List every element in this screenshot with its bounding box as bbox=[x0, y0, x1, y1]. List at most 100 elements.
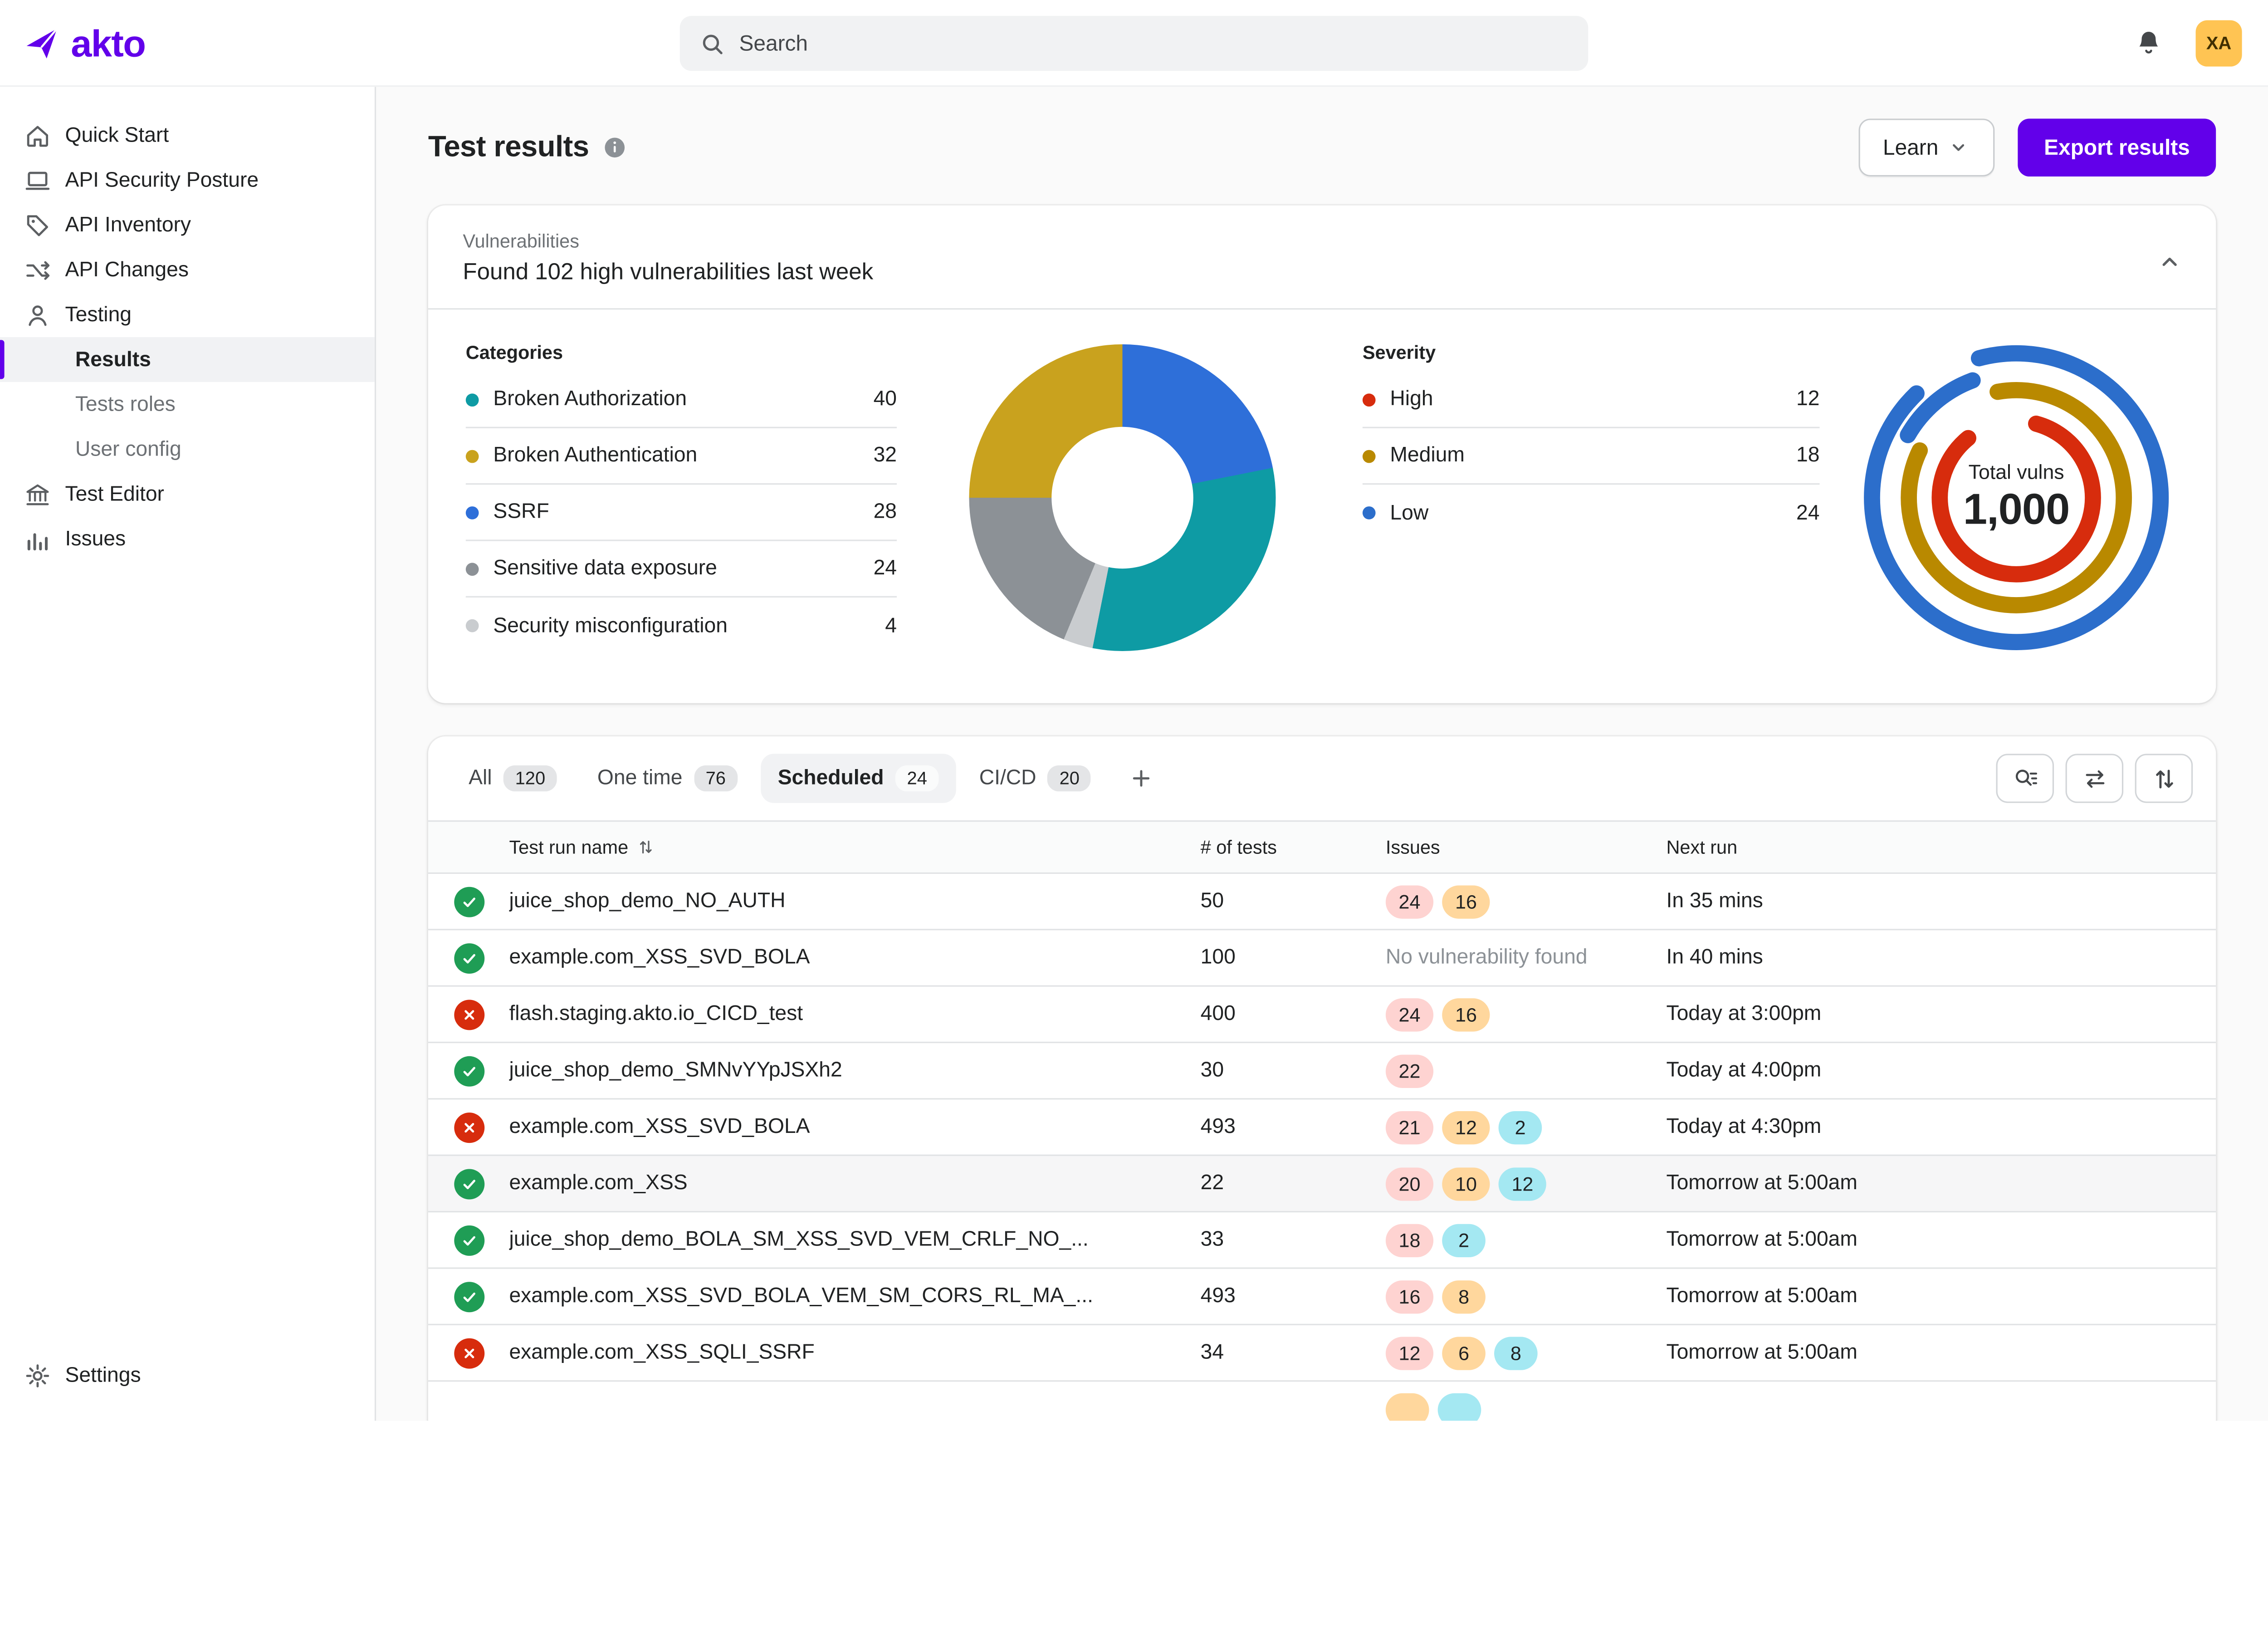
changes-icon bbox=[23, 255, 52, 284]
table-row[interactable]: example.com_XSS22201012Tomorrow at 5:00a… bbox=[428, 1155, 2216, 1211]
tab-count: 76 bbox=[694, 765, 737, 791]
status-success-icon bbox=[454, 942, 484, 973]
tab-label: Scheduled bbox=[778, 767, 884, 790]
test-run-name[interactable]: juice_shop_demo_SMNvYYpJSXh2 bbox=[509, 1059, 1200, 1082]
sidebar-item-quick-start[interactable]: Quick Start bbox=[0, 113, 375, 158]
next-run: Today at 4:30pm bbox=[1666, 1116, 2216, 1139]
sidebar-item-label: API Changes bbox=[65, 258, 188, 281]
table-row[interactable]: example.com_XSS_SVD_BOLA100No vulnerabil… bbox=[428, 929, 2216, 985]
severity-row: Low24 bbox=[1363, 485, 1820, 541]
test-count: 34 bbox=[1201, 1341, 1386, 1364]
issue-badge-warning: 16 bbox=[1442, 885, 1490, 918]
issues-cell: 2416 bbox=[1386, 885, 1667, 918]
issues-cell: 201012 bbox=[1386, 1167, 1667, 1200]
bank-icon bbox=[23, 480, 52, 509]
plus-icon bbox=[1129, 765, 1154, 791]
tab-all[interactable]: All120 bbox=[451, 754, 574, 803]
global-search[interactable] bbox=[680, 16, 1589, 71]
column-test-run-name[interactable]: Test run name bbox=[509, 836, 1200, 858]
tabs-list: All120One time76 Scheduled 24 CI/CD20 bbox=[451, 754, 1109, 803]
tabs-row: All120One time76 Scheduled 24 CI/CD20 bbox=[428, 736, 2216, 820]
issue-badge-critical: 22 bbox=[1386, 1054, 1433, 1087]
sidebar-item-label: Issues bbox=[65, 527, 126, 550]
add-tab-button[interactable] bbox=[1117, 754, 1166, 803]
tab-label: All bbox=[469, 767, 492, 790]
person-icon bbox=[23, 300, 52, 329]
sidebar-item-label: Testing bbox=[65, 303, 132, 326]
sidebar-item-settings[interactable]: Settings bbox=[0, 1353, 375, 1398]
sidebar: Quick StartAPI Security PostureAPI Inven… bbox=[0, 87, 376, 1421]
table-row[interactable]: example.com_XSS_SVD_BOLA_VEM_SM_CORS_RL_… bbox=[428, 1267, 2216, 1323]
brand-logo[interactable]: akto bbox=[0, 24, 376, 62]
sidebar-list: Quick StartAPI Security PostureAPI Inven… bbox=[0, 113, 375, 562]
test-run-name[interactable]: juice_shop_demo_NO_AUTH bbox=[509, 890, 1200, 913]
search-input[interactable] bbox=[739, 31, 1569, 56]
test-runs-card: All120One time76 Scheduled 24 CI/CD20 bbox=[428, 736, 2216, 1421]
test-run-name[interactable]: juice_shop_demo_BOLA_SM_XSS_SVD_VEM_CRLF… bbox=[509, 1228, 1200, 1251]
issue-badge-warning: 6 bbox=[1442, 1336, 1486, 1369]
category-row: Security misconfiguration4 bbox=[466, 598, 897, 654]
table-row[interactable] bbox=[428, 1380, 2216, 1421]
issue-badge-warning: 10 bbox=[1442, 1167, 1490, 1200]
table-row[interactable]: juice_shop_demo_SMNvYYpJSXh23022Today at… bbox=[428, 1042, 2216, 1098]
test-run-name[interactable]: example.com_XSS_SVD_BOLA bbox=[509, 1116, 1200, 1139]
next-run: Tomorrow at 5:00am bbox=[1666, 1341, 2216, 1364]
issue-badge-critical: 21 bbox=[1386, 1110, 1433, 1143]
category-dot bbox=[466, 619, 479, 632]
sidebar-item-results[interactable]: Results bbox=[0, 337, 375, 382]
collapse-card-button[interactable] bbox=[2152, 245, 2187, 279]
issue-badge-info bbox=[1438, 1392, 1481, 1421]
test-run-name[interactable]: flash.staging.akto.io_CICD_test bbox=[509, 1003, 1200, 1026]
severity-value: 18 bbox=[1796, 444, 1819, 467]
export-results-button[interactable]: Export results bbox=[2018, 118, 2216, 176]
table-refresh-button[interactable] bbox=[2066, 754, 2124, 803]
issues-cell: No vulnerability found bbox=[1386, 946, 1667, 969]
sidebar-item-label: Settings bbox=[65, 1363, 141, 1387]
issues-cell: 182 bbox=[1386, 1223, 1667, 1256]
table-row[interactable]: example.com_XSS_SVD_BOLA49321122Today at… bbox=[428, 1098, 2216, 1154]
sidebar-item-api-changes[interactable]: API Changes bbox=[0, 247, 375, 292]
sidebar-item-tests-roles[interactable]: Tests roles bbox=[0, 382, 375, 427]
column-issues: Issues bbox=[1386, 836, 1667, 858]
test-run-name[interactable]: example.com_XSS_SQLI_SSRF bbox=[509, 1341, 1200, 1364]
column-sort-icon[interactable] bbox=[637, 838, 655, 856]
sidebar-item-testing[interactable]: Testing bbox=[0, 292, 375, 337]
avatar[interactable]: XA bbox=[2196, 20, 2242, 66]
issues-cell: 22 bbox=[1386, 1054, 1667, 1087]
tab-count: 24 bbox=[895, 765, 938, 791]
category-value: 40 bbox=[874, 388, 897, 411]
table-row[interactable]: juice_shop_demo_NO_AUTH502416In 35 mins bbox=[428, 872, 2216, 929]
sidebar-item-test-editor[interactable]: Test Editor bbox=[0, 472, 375, 517]
table-row[interactable]: example.com_XSS_SQLI_SSRF341268Tomorrow … bbox=[428, 1324, 2216, 1380]
info-icon[interactable] bbox=[602, 135, 628, 161]
sidebar-footer: Settings bbox=[0, 1353, 375, 1421]
issue-badge-critical: 18 bbox=[1386, 1223, 1433, 1256]
status-error-icon bbox=[454, 999, 484, 1029]
tab-one-time[interactable]: One time76 bbox=[580, 754, 755, 803]
notifications-bell-icon[interactable] bbox=[2133, 28, 2164, 58]
severity-row: Medium18 bbox=[1363, 428, 1820, 485]
category-label: Security misconfiguration bbox=[493, 614, 728, 637]
sidebar-item-user-config[interactable]: User config bbox=[0, 427, 375, 472]
sidebar-item-api-security-posture[interactable]: API Security Posture bbox=[0, 158, 375, 203]
tab-scheduled[interactable]: Scheduled 24 bbox=[760, 754, 956, 803]
tab-ci-cd[interactable]: CI/CD20 bbox=[962, 754, 1108, 803]
sidebar-item-issues[interactable]: Issues bbox=[0, 516, 375, 561]
status-success-icon bbox=[454, 1225, 484, 1255]
learn-button[interactable]: Learn bbox=[1858, 118, 1995, 176]
issues-cell: 21122 bbox=[1386, 1110, 1667, 1143]
test-run-name[interactable]: example.com_XSS_SVD_BOLA bbox=[509, 946, 1200, 969]
test-run-name[interactable]: example.com_XSS bbox=[509, 1172, 1200, 1195]
status-error-icon bbox=[454, 1338, 484, 1368]
table-body: juice_shop_demo_NO_AUTH502416In 35 minse… bbox=[428, 872, 2216, 1421]
table-search-filter-button[interactable] bbox=[1996, 754, 2054, 803]
category-row: Sensitive data exposure24 bbox=[466, 541, 897, 598]
table-sort-button[interactable] bbox=[2135, 754, 2193, 803]
table-row[interactable]: juice_shop_demo_BOLA_SM_XSS_SVD_VEM_CRLF… bbox=[428, 1211, 2216, 1267]
issue-badge-critical: 12 bbox=[1386, 1336, 1433, 1369]
sidebar-item-api-inventory[interactable]: API Inventory bbox=[0, 202, 375, 247]
issue-badge-critical: 20 bbox=[1386, 1167, 1433, 1200]
test-run-name[interactable]: example.com_XSS_SVD_BOLA_VEM_SM_CORS_RL_… bbox=[509, 1285, 1200, 1308]
table-row[interactable]: flash.staging.akto.io_CICD_test4002416To… bbox=[428, 985, 2216, 1042]
page-title: Test results bbox=[428, 130, 589, 165]
